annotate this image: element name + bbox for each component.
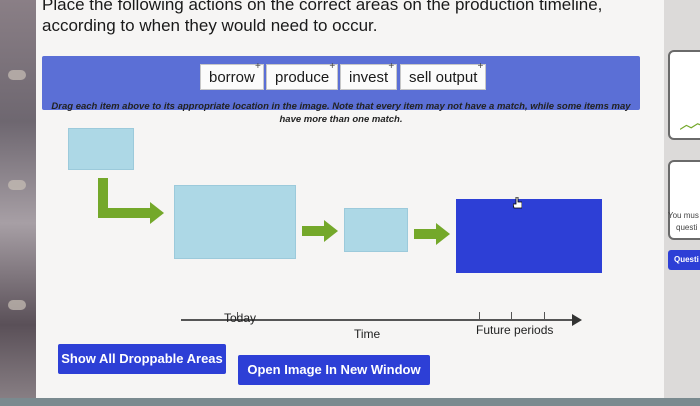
left-background-strip <box>0 0 36 406</box>
drop-zone-4[interactable] <box>456 199 602 273</box>
arrow-shaft <box>302 226 324 236</box>
chip-label: invest <box>349 69 389 86</box>
timeline-tick <box>511 312 512 320</box>
timeline-tick <box>544 312 545 320</box>
chip-label: sell output <box>409 69 478 86</box>
side-text: You mus <box>668 211 699 220</box>
future-periods-label: Future periods <box>476 323 554 337</box>
background-decoration <box>8 180 26 190</box>
chip-invest[interactable]: invest + <box>340 61 398 90</box>
arrow-right-icon <box>150 202 164 224</box>
side-text: questi <box>676 223 698 232</box>
chip-borrow[interactable]: borrow + <box>200 61 264 90</box>
drop-zone-3[interactable] <box>344 208 408 252</box>
instruction-text: Drag each item above to its appropriate … <box>51 101 631 125</box>
right-side-panel: You mus questi Questi <box>664 0 700 406</box>
plus-icon: + <box>255 61 261 72</box>
plus-icon: + <box>388 61 395 72</box>
chart-thumbnail-icon <box>680 123 700 130</box>
chip-produce[interactable]: produce + <box>266 61 339 90</box>
chip-label: produce <box>275 69 330 86</box>
question-content: Place the following actions on the corre… <box>36 0 664 406</box>
drop-zone-2[interactable] <box>174 185 296 259</box>
timeline-arrow-icon <box>572 314 582 326</box>
plus-icon: + <box>329 61 336 72</box>
timeline-tick <box>479 312 480 320</box>
background-decoration <box>8 70 26 80</box>
hand-cursor-icon <box>513 197 522 209</box>
chip-sell-output[interactable]: sell output + <box>400 61 487 90</box>
question-text: Place the following actions on the corre… <box>42 0 603 35</box>
open-image-button[interactable]: Open Image In New Window <box>238 355 430 385</box>
bottom-bar <box>0 398 700 406</box>
show-droppable-areas-button[interactable]: Show All Droppable Areas <box>58 344 226 374</box>
chip-label: borrow <box>209 69 255 86</box>
today-label: Today <box>224 311 257 325</box>
side-card <box>668 50 700 140</box>
background-decoration <box>8 300 26 310</box>
drop-zone-1[interactable] <box>68 128 134 170</box>
elbow-arrow-shaft <box>98 208 150 218</box>
question-button[interactable]: Questi <box>668 250 700 270</box>
arrow-shaft <box>414 229 436 239</box>
plus-icon: + <box>477 61 484 72</box>
arrow-right-icon <box>324 220 338 242</box>
arrow-right-icon <box>436 223 450 245</box>
time-label: Time <box>354 327 381 341</box>
